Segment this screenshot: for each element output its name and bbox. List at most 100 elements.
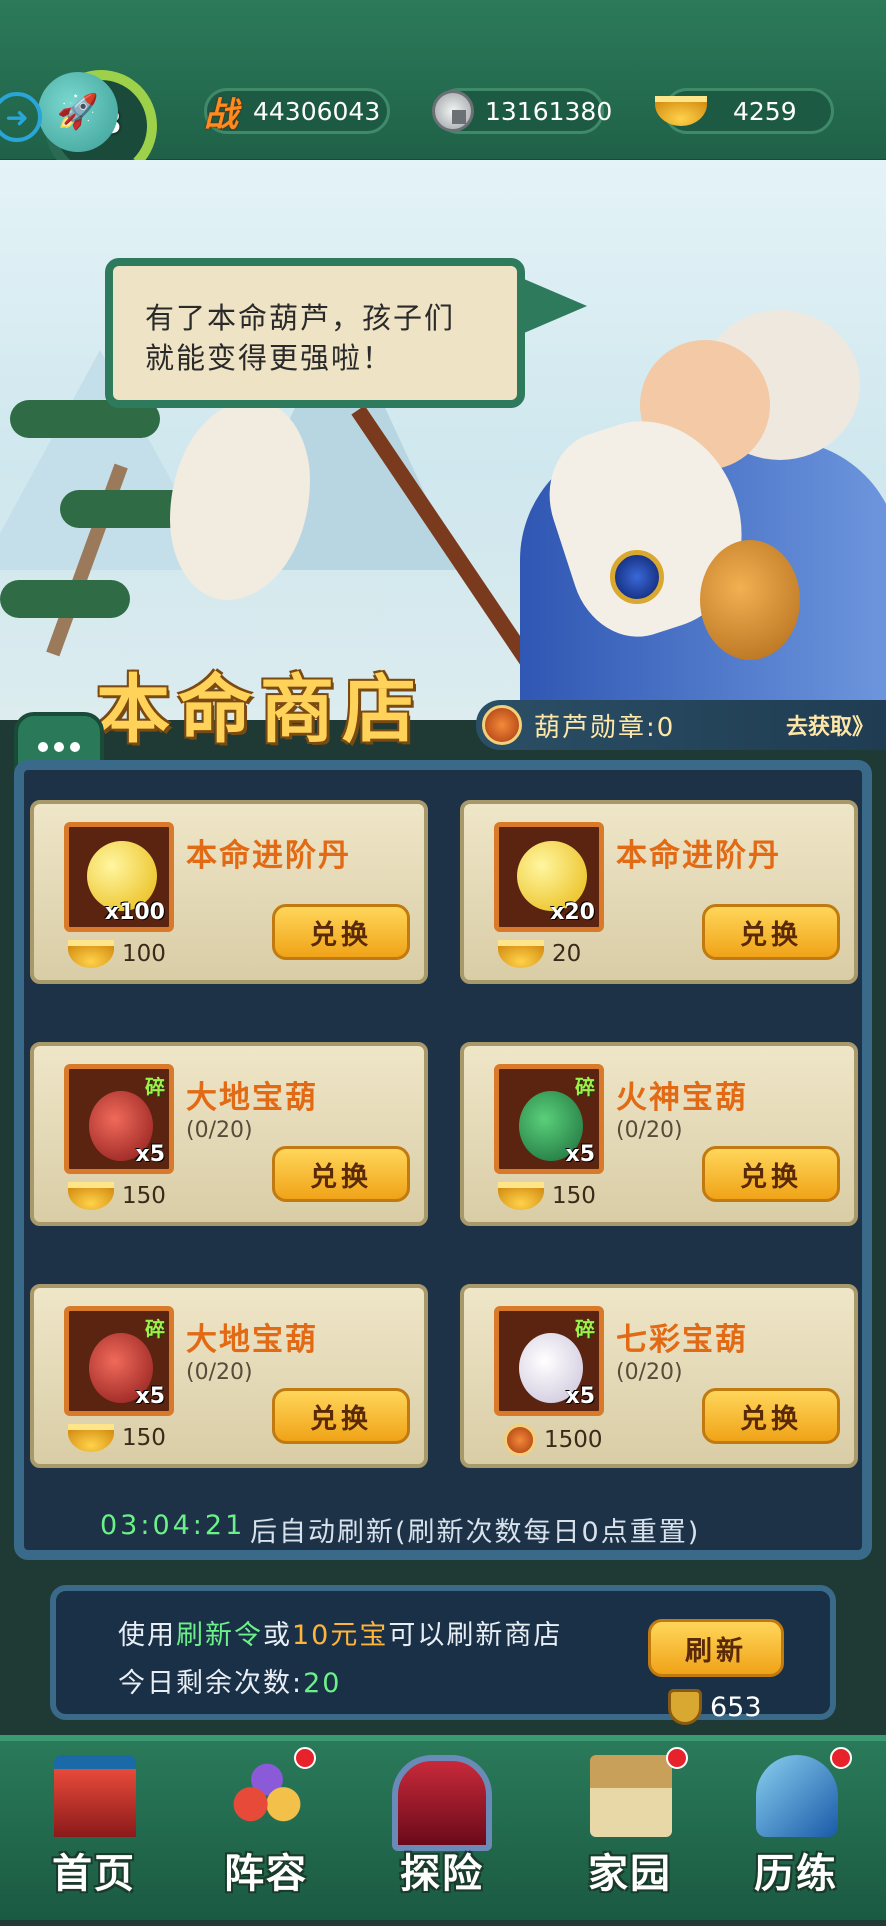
exchange-button[interactable]: 兑换 [702, 1146, 840, 1202]
rocket-icon[interactable]: 🚀 [38, 72, 118, 152]
refresh-hint-text: 可以刷新商店 [388, 1620, 563, 1651]
homestead-icon [590, 1755, 672, 1837]
nav-label: 阵容 [224, 1850, 308, 1897]
speech-text: 有了本命葫芦，孩子们就能变得更强啦！ [145, 301, 456, 375]
item-quantity: x5 [565, 1384, 596, 1409]
remaining-refreshes: 今日剩余次数:20 [118, 1661, 341, 1700]
gold-value: 4259 [733, 96, 797, 126]
elder-scene: 有了本命葫芦，孩子们就能变得更强啦！ [0, 160, 886, 720]
refresh-token-name: 刷新令 [176, 1620, 263, 1651]
nav-label: 历练 [754, 1850, 838, 1897]
exchange-button[interactable]: 兑换 [702, 1388, 840, 1444]
remaining-label: 今日剩余次数: [118, 1668, 304, 1699]
exchange-button[interactable]: 兑换 [272, 904, 410, 960]
gourd-medal-icon [482, 705, 522, 745]
remaining-count: 20 [303, 1668, 342, 1699]
nav-label: 首页 [52, 1850, 136, 1897]
item-price: 20 [498, 940, 581, 968]
shop-item-card: x20 本命进阶丹 兑换 20 [460, 800, 858, 984]
gold-ingot-icon [68, 1424, 114, 1452]
shop-title: 本命商店 [96, 667, 424, 753]
home-gate-icon [54, 1755, 136, 1837]
refresh-hint: 使用刷新令或10元宝可以刷新商店 [118, 1613, 562, 1652]
gold-ingot-icon [68, 1182, 114, 1210]
item-name: 七彩宝葫 [616, 1322, 748, 1358]
chat-dot-icon [54, 742, 64, 752]
silver-display[interactable]: 13161380 [432, 88, 612, 134]
item-progress: (0/20) [186, 1360, 253, 1385]
fragment-tag: 碎 [575, 1075, 595, 1099]
item-frame[interactable]: 碎 x5 [64, 1064, 174, 1174]
chat-dot-icon [70, 742, 80, 752]
silver-value: 13161380 [485, 96, 613, 126]
belt-gem [610, 550, 664, 604]
medal-bar: 葫芦勋章:0 去获取》 [476, 700, 886, 750]
gold-display[interactable]: 4259 [655, 88, 834, 134]
item-frame[interactable]: x100 [64, 822, 174, 932]
exchange-button[interactable]: 兑换 [702, 904, 840, 960]
item-price: 150 [68, 1424, 166, 1452]
exchange-button[interactable]: 兑换 [272, 1146, 410, 1202]
item-name: 大地宝葫 [186, 1080, 318, 1116]
notification-badge [830, 1747, 852, 1769]
refresh-token-count: 653 [668, 1689, 762, 1725]
item-progress: (0/20) [616, 1118, 683, 1143]
shop-item-card: 碎 x5 火神宝葫 (0/20) 兑换 150 [460, 1042, 858, 1226]
fragment-tag: 碎 [575, 1317, 595, 1341]
price-value: 150 [552, 1183, 596, 1209]
item-name: 大地宝葫 [186, 1322, 318, 1358]
nav-home[interactable]: 首页 [14, 1741, 174, 1926]
item-price: 150 [498, 1182, 596, 1210]
item-name: 本命进阶丹 [616, 838, 781, 874]
refresh-cost: 10元宝 [292, 1620, 389, 1651]
price-value: 1500 [544, 1427, 603, 1453]
item-frame[interactable]: x20 [494, 822, 604, 932]
item-frame[interactable]: 碎 x5 [64, 1306, 174, 1416]
adventure-gate-icon [392, 1755, 492, 1851]
medal-count: 葫芦勋章:0 [534, 712, 676, 743]
item-quantity: x20 [550, 900, 595, 925]
shop-item-card: 碎 x5 大地宝葫 (0/20) 兑换 150 [30, 1042, 428, 1226]
refresh-box: 使用刷新令或10元宝可以刷新商店 今日剩余次数:20 刷新 653 [50, 1585, 836, 1725]
nav-training[interactable]: 历练 [716, 1741, 876, 1926]
exchange-button[interactable]: 兑换 [272, 1388, 410, 1444]
top-bar: 63 🚀 ➜ 战 44306043 13161380 4259 [0, 0, 886, 182]
item-name: 本命进阶丹 [186, 838, 351, 874]
refresh-button[interactable]: 刷新 [648, 1619, 784, 1677]
notification-badge [666, 1747, 688, 1769]
item-frame[interactable]: 碎 x5 [494, 1064, 604, 1174]
item-frame[interactable]: 碎 x5 [494, 1306, 604, 1416]
power-icon: 战 [204, 94, 238, 135]
item-progress: (0/20) [616, 1360, 683, 1385]
notification-badge [294, 1747, 316, 1769]
gold-ingot-icon [498, 940, 544, 968]
gold-ingot-icon [498, 1182, 544, 1210]
refresh-hint-text: 或 [263, 1620, 292, 1651]
refresh-hint-text: 使用 [118, 1620, 176, 1651]
silver-coin-icon [432, 90, 474, 132]
refresh-token-icon [668, 1689, 702, 1725]
refresh-timer-note: 后自动刷新(刷新次数每日0点重置) [250, 1517, 701, 1548]
price-value: 20 [552, 941, 582, 967]
get-medal-link[interactable]: 去获取》 [786, 709, 874, 741]
speech-bubble: 有了本命葫芦，孩子们就能变得更强啦！ [105, 258, 587, 408]
shop-item-card: 碎 x5 大地宝葫 (0/20) 兑换 150 [30, 1284, 428, 1468]
price-value: 150 [122, 1425, 166, 1451]
training-sword-icon [756, 1755, 838, 1837]
arrow-right-icon[interactable]: ➜ [0, 92, 42, 142]
nav-homestead[interactable]: 家园 [550, 1741, 710, 1926]
power-display: 战 44306043 [204, 88, 390, 135]
item-quantity: x100 [104, 900, 165, 925]
gold-ingot-icon [655, 96, 707, 126]
item-price: 100 [68, 940, 166, 968]
nav-adventure[interactable]: 探险 [362, 1741, 522, 1926]
price-value: 150 [122, 1183, 166, 1209]
power-value: 44306043 [253, 96, 381, 126]
gourd-medal-icon [504, 1424, 536, 1456]
chat-dot-icon [38, 742, 48, 752]
nav-label: 探险 [400, 1850, 484, 1897]
nav-team[interactable]: 阵容 [186, 1741, 346, 1926]
price-value: 100 [122, 941, 166, 967]
token-value: 653 [710, 1691, 762, 1723]
gold-ingot-icon [68, 940, 114, 968]
